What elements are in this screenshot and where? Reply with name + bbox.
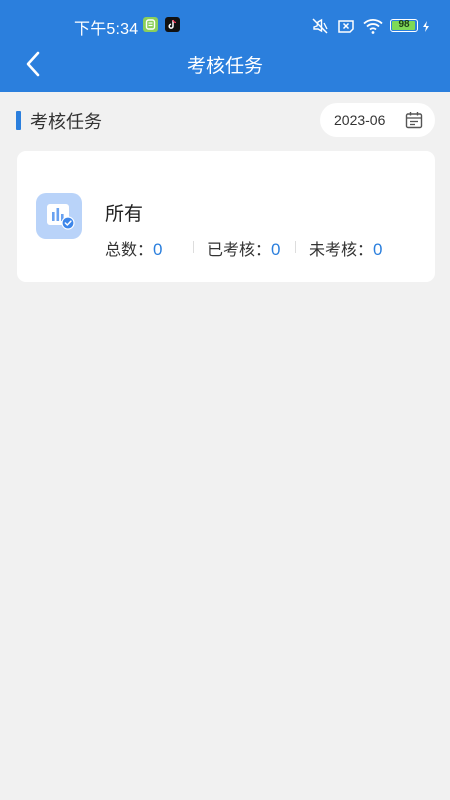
app-icon-green bbox=[143, 17, 158, 32]
chart-check-icon bbox=[36, 193, 82, 239]
battery-percent: 98 bbox=[398, 19, 410, 30]
card-title: 所有 bbox=[105, 203, 144, 225]
charging-icon bbox=[421, 16, 431, 36]
stat-assessed-value: 0 bbox=[271, 240, 281, 259]
status-time: 下午5:34 bbox=[74, 21, 139, 38]
stat-assessed: 已考核：0 bbox=[207, 236, 280, 260]
nav-bar: 考核任务 bbox=[0, 40, 450, 88]
section-title: 考核任务 bbox=[30, 112, 102, 133]
stat-total: 总数：0 bbox=[105, 236, 162, 260]
calendar-icon bbox=[405, 112, 423, 129]
stat-unassessed: 未考核：0 bbox=[309, 236, 382, 260]
battery-icon: 98 bbox=[390, 19, 418, 32]
section-header: 考核任务 2023-06 bbox=[0, 100, 450, 140]
month-picker[interactable]: 2023-06 bbox=[320, 103, 435, 137]
page-title: 考核任务 bbox=[186, 55, 263, 77]
mute-icon bbox=[310, 16, 330, 36]
month-value: 2023-06 bbox=[334, 112, 386, 128]
status-bar: 下午5:34 98 bbox=[0, 12, 450, 40]
tiktok-icon bbox=[165, 17, 180, 32]
stat-unassessed-value: 0 bbox=[373, 240, 383, 259]
sim-off-icon bbox=[336, 16, 356, 36]
stat-unassessed-label: 未考核： bbox=[309, 240, 374, 259]
wifi-icon bbox=[362, 16, 384, 36]
app-header: 下午5:34 98 考核任务 bbox=[0, 0, 450, 92]
task-summary-card[interactable]: 所有 总数：0 已考核：0 未考核：0 bbox=[17, 151, 435, 282]
stat-assessed-label: 已考核： bbox=[207, 240, 272, 259]
stat-total-value: 0 bbox=[153, 240, 163, 259]
section-accent-bar bbox=[16, 111, 21, 130]
stat-divider bbox=[295, 241, 296, 253]
stat-divider bbox=[193, 241, 194, 253]
stat-total-label: 总数： bbox=[105, 240, 154, 259]
